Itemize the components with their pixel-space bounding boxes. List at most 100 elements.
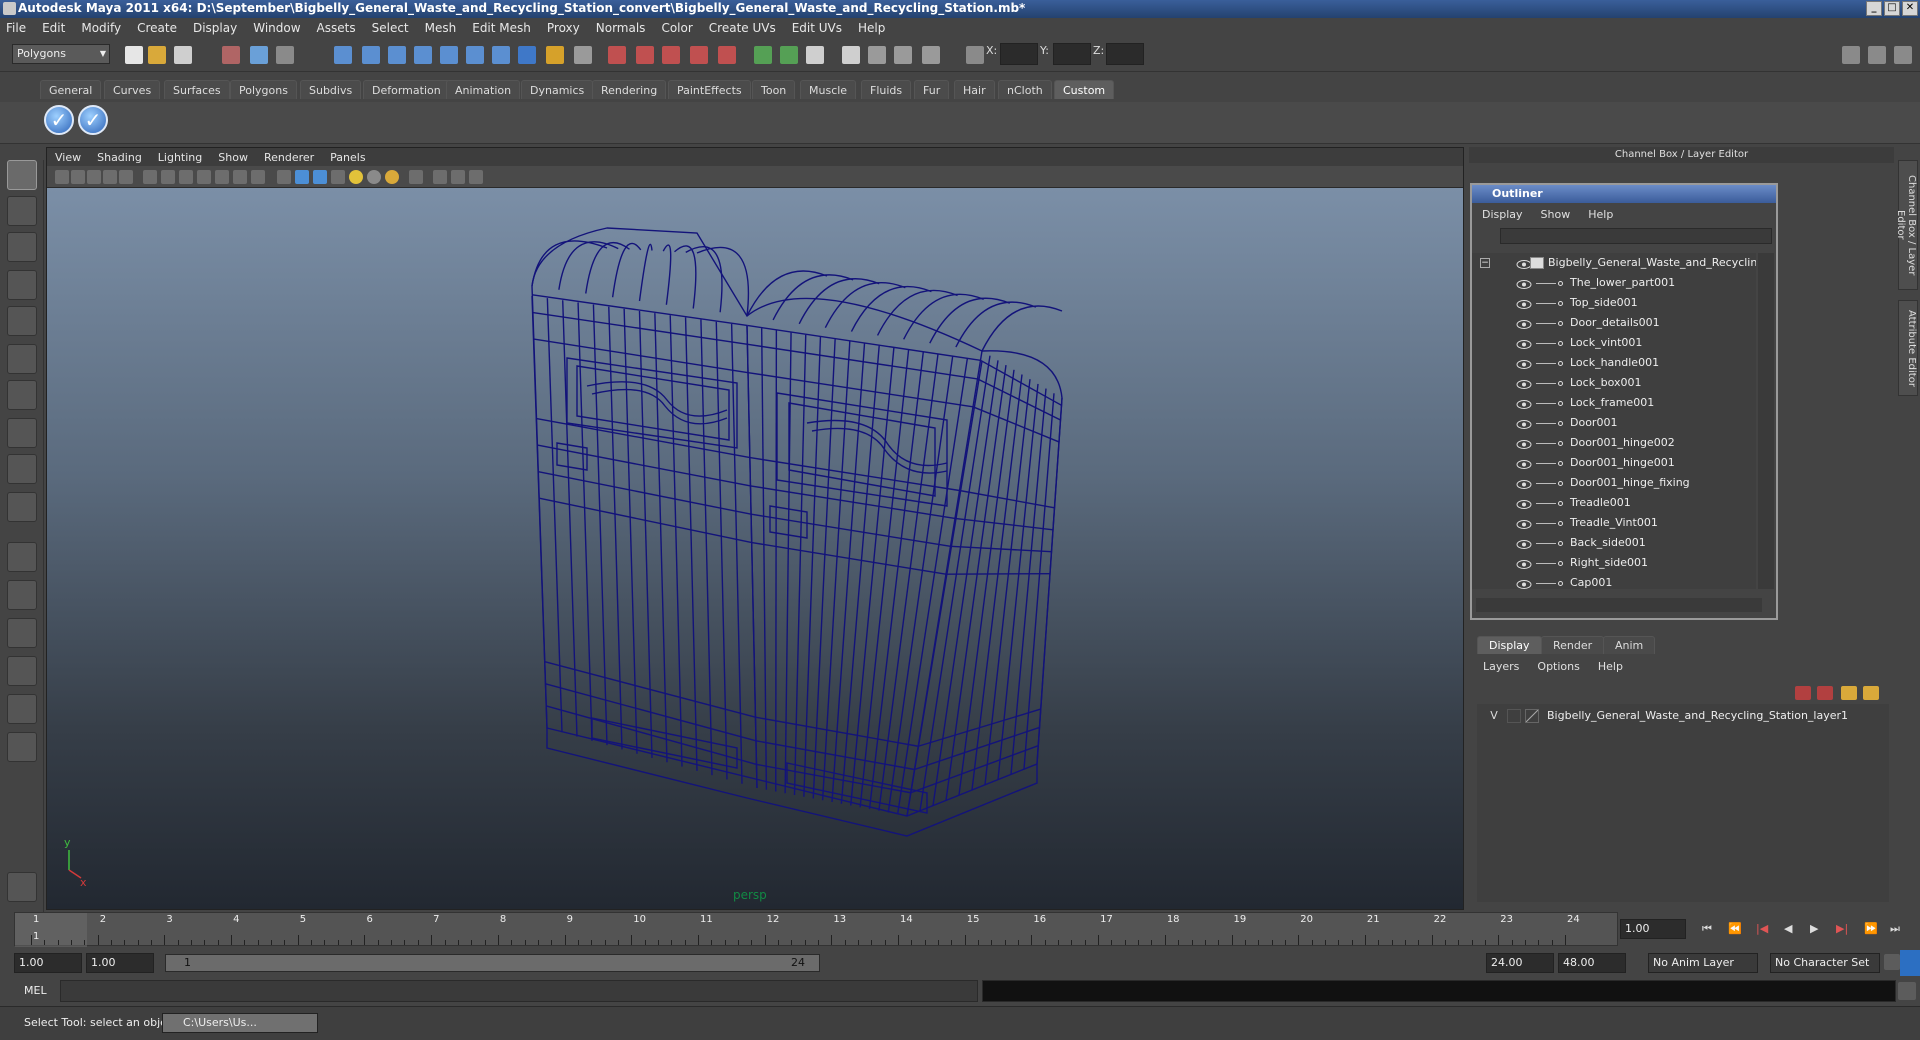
key-icon[interactable] xyxy=(1884,954,1900,970)
collapse-toggle-icon[interactable]: − xyxy=(1480,258,1490,268)
toggle-tool-settings-icon[interactable] xyxy=(1868,46,1886,64)
step-forward-frame-icon[interactable]: ▶| xyxy=(1836,922,1848,935)
bookmarks-icon[interactable] xyxy=(87,170,101,184)
help-question-icon[interactable] xyxy=(518,46,536,64)
shelf-tab-subdivs[interactable]: Subdivs xyxy=(300,80,362,99)
make-live-icon[interactable] xyxy=(466,46,484,64)
input-output-icon[interactable] xyxy=(492,46,510,64)
isolate-select-icon[interactable] xyxy=(409,170,423,184)
minimize-button[interactable]: _ xyxy=(1866,1,1882,16)
custom-shelf-check-icon-2[interactable]: ✓ xyxy=(78,105,108,135)
select-camera-icon[interactable] xyxy=(55,170,69,184)
shelf-tab-curves[interactable]: Curves xyxy=(104,80,161,99)
layer-menu-options[interactable]: Options xyxy=(1537,660,1579,673)
shelf-tab-hair[interactable]: Hair xyxy=(954,80,995,99)
outliner-filter-input[interactable] xyxy=(1500,228,1772,244)
outliner-item[interactable]: The_lower_part001 xyxy=(1472,273,1756,293)
wireframe-icon[interactable] xyxy=(277,170,291,184)
snap-to-curve-icon[interactable] xyxy=(362,46,380,64)
outliner-item[interactable]: Lock_box001 xyxy=(1472,373,1756,393)
outliner-menu-show[interactable]: Show xyxy=(1541,208,1571,221)
step-forward-key-icon[interactable]: ⏩ xyxy=(1864,922,1878,935)
outliner-menu-help[interactable]: Help xyxy=(1588,208,1613,221)
hypershade-layout-icon[interactable] xyxy=(7,694,37,724)
outliner-item[interactable]: Top_side001 xyxy=(1472,293,1756,313)
menu-modify[interactable]: Modify xyxy=(81,21,121,35)
select-by-object-icon[interactable] xyxy=(250,46,268,64)
scene-view[interactable]: y x persp xyxy=(47,188,1463,909)
menu-assets[interactable]: Assets xyxy=(317,21,356,35)
go-to-end-icon[interactable]: ⏭ xyxy=(1890,922,1900,936)
menu-create-uvs[interactable]: Create UVs xyxy=(709,21,776,35)
step-back-frame-icon[interactable]: |◀ xyxy=(1756,922,1768,935)
outliner-item[interactable]: Right_side001 xyxy=(1472,553,1756,573)
menu-proxy[interactable]: Proxy xyxy=(547,21,580,35)
universal-manipulator-icon[interactable] xyxy=(7,380,37,410)
outliner-item[interactable]: Door_details001 xyxy=(1472,313,1756,333)
toggle-channel-box-icon[interactable] xyxy=(1894,46,1912,64)
outliner-horizontal-scrollbar[interactable] xyxy=(1476,598,1762,612)
magnet-icon[interactable] xyxy=(662,46,680,64)
create-layer-from-selected-icon[interactable] xyxy=(1817,686,1833,700)
character-set-dropdown[interactable]: No Character Set xyxy=(1770,953,1880,973)
outliner-item[interactable]: Lock_handle001 xyxy=(1472,353,1756,373)
layer-tab-display[interactable]: Display xyxy=(1477,636,1542,654)
shelf-tab-polygons[interactable]: Polygons xyxy=(230,80,297,99)
viewport-menu-view[interactable]: View xyxy=(55,151,81,164)
command-input[interactable] xyxy=(60,980,978,1002)
outliner-item[interactable]: Lock_vint001 xyxy=(1472,333,1756,353)
show-manipulator-icon[interactable] xyxy=(7,454,37,484)
paint-select-tool-icon[interactable] xyxy=(7,232,37,262)
shelf-tab-general[interactable]: General xyxy=(40,80,102,99)
menu-edit-mesh[interactable]: Edit Mesh xyxy=(472,21,531,35)
viewport-menu-renderer[interactable]: Renderer xyxy=(264,151,314,164)
playback-start-field[interactable]: 1.00 xyxy=(86,953,154,973)
show-hide-channel-box-icon[interactable] xyxy=(894,46,912,64)
wireframe-on-shaded-icon[interactable] xyxy=(313,170,327,184)
side-tab-attribute-editor[interactable]: Attribute Editor xyxy=(1898,300,1918,396)
shelf-tab-custom[interactable]: Custom xyxy=(1054,80,1115,99)
minimized-window-button[interactable]: C:\Users\Us... xyxy=(162,1013,318,1033)
maximize-button[interactable]: □ xyxy=(1884,1,1900,16)
absolute-transform-icon[interactable] xyxy=(966,46,984,64)
xray-components-icon[interactable] xyxy=(469,170,483,184)
perspective-graph-layout-icon[interactable] xyxy=(7,656,37,686)
menu-select[interactable]: Select xyxy=(372,21,409,35)
shelf-tab-toon[interactable]: Toon xyxy=(752,80,796,99)
layer-type-toggle[interactable] xyxy=(1507,709,1521,723)
graph-editor-layout-icon[interactable] xyxy=(7,732,37,762)
side-tab-channel-box[interactable]: Channel Box / Layer Editor xyxy=(1895,160,1918,290)
resolution-gate-icon[interactable] xyxy=(179,170,193,184)
viewport-menu-lighting[interactable]: Lighting xyxy=(158,151,202,164)
close-button[interactable]: ✕ xyxy=(1902,1,1918,16)
outliner-item[interactable]: Back_side001 xyxy=(1472,533,1756,553)
shelf-tab-fluids[interactable]: Fluids xyxy=(861,80,912,99)
layer-menu-help[interactable]: Help xyxy=(1598,660,1623,673)
single-perspective-layout-icon[interactable] xyxy=(7,542,37,572)
menu-color[interactable]: Color xyxy=(661,21,692,35)
animation-end-field[interactable]: 48.00 xyxy=(1558,953,1626,973)
time-slider[interactable]: 1 1 2 3 4 5 6 7 8 9 10 11 12 13 14 15 16 17 18 19 20 21 22 23 2… xyxy=(14,912,1618,947)
play-backwards-icon[interactable]: ◀ xyxy=(1784,922,1792,935)
menu-display[interactable]: Display xyxy=(193,21,237,35)
hypershade-icon[interactable] xyxy=(806,46,824,64)
layer-tab-render[interactable]: Render xyxy=(1541,636,1605,654)
outliner-item[interactable]: Treadle_Vint001 xyxy=(1472,513,1756,533)
viewport-panel[interactable]: View Shading Lighting Show Renderer Pane… xyxy=(46,147,1464,910)
perspective-outliner-layout-icon[interactable] xyxy=(7,618,37,648)
viewport-menu-show[interactable]: Show xyxy=(218,151,248,164)
menu-mesh[interactable]: Mesh xyxy=(425,21,457,35)
construction-history-icon[interactable] xyxy=(636,46,654,64)
outliner-menu-display[interactable]: Display xyxy=(1482,208,1523,221)
rotate-tool-icon[interactable] xyxy=(7,306,37,336)
highlight-selection-icon[interactable] xyxy=(574,46,592,64)
menu-edit-uvs[interactable]: Edit UVs xyxy=(792,21,842,35)
shelf-tab-ncloth[interactable]: nCloth xyxy=(998,80,1052,99)
playback-end-field[interactable]: 24.00 xyxy=(1486,953,1554,973)
outliner-item[interactable]: Cap001 xyxy=(1472,573,1756,589)
xray-icon[interactable] xyxy=(433,170,447,184)
shelf-tab-rendering[interactable]: Rendering xyxy=(592,80,667,99)
shelf-tab-muscle[interactable]: Muscle xyxy=(800,80,857,99)
show-hide-layer-editor-icon[interactable] xyxy=(922,46,940,64)
command-language-label[interactable]: MEL xyxy=(24,984,47,997)
